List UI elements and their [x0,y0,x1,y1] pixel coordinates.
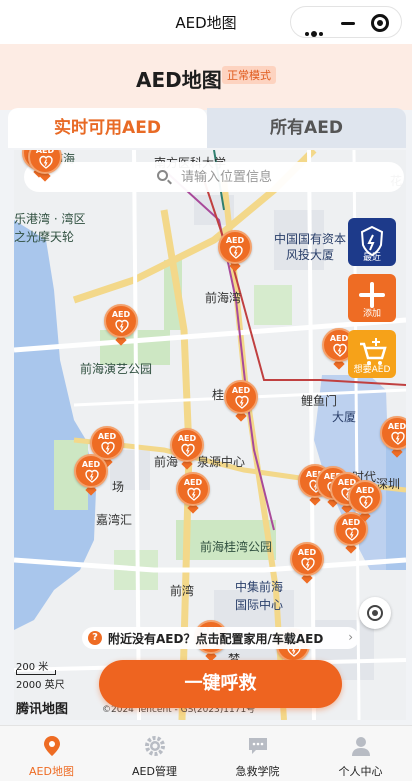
map-label: 嘉湾汇 [96,513,133,527]
tabbar-label: AED管理 [132,765,177,778]
tabbar-label: 个人中心 [338,765,383,778]
map-label: 前海桂湾公园 [200,540,273,554]
want-aed-label: 想要AED [353,365,391,375]
map-label: 中集前海 [235,580,284,594]
aed-pin[interactable]: AED [290,542,324,584]
aed-pin[interactable]: AED [176,472,210,514]
locate-me-button[interactable] [359,597,391,629]
bottom-tabbar: AED地图 AED管理 急救学院 个人中心 [0,725,412,781]
aed-pin[interactable]: AED [380,416,406,458]
miniprogram-capsule [290,6,402,38]
tabbar-label: AED地图 [29,765,74,778]
map-label: 桂 [212,388,225,402]
tabbar-item-profile[interactable]: 个人中心 [309,726,412,781]
aed-pin-label: AED [97,432,117,441]
map-label: 国际中心 [235,598,284,612]
map-label: 鲤鱼门 [301,394,338,408]
search-bar[interactable] [24,162,404,192]
map-pin-icon [44,736,60,756]
tip-text: 附近没有AED？点击配置家用/车载AED [108,632,324,646]
map-label: 中国国有资本 [274,232,347,246]
aed-pin[interactable]: AED [104,304,138,346]
map-view[interactable]: 临海 南方医科大学 花 乐港湾 · 湾区 之光摩天轮 中国国有资本 风投大厦 前… [14,150,406,720]
aed-pin[interactable]: AED [224,380,258,422]
tabbar-item-first-aid-academy[interactable]: 急救学院 [206,726,309,781]
map-label: 风投大厦 [286,248,335,262]
aed-pin-label: AED [387,422,406,431]
aed-tabs: 实时可用AED 所有AED [8,108,406,148]
aed-pin[interactable]: AED [348,480,382,522]
more-menu-icon[interactable] [305,21,325,40]
tabbar-label: 急救学院 [235,765,280,778]
map-label: 大厦 [332,410,357,424]
mode-badge: 正常模式 [222,66,276,84]
page-title: AED地图 [136,68,222,92]
map-label: 乐港湾 · 湾区 [14,212,86,226]
minimize-icon[interactable] [341,22,355,25]
aed-pin-label: AED [297,548,317,557]
question-icon: ? [88,631,102,645]
aed-pin[interactable]: AED [170,428,204,470]
aed-pin-label: AED [225,236,245,245]
scale-imperial: 2000 英尺 [16,680,65,691]
map-label: 前海湾 [205,291,242,305]
map-label: 前海演艺公园 [80,362,153,376]
tab-realtime-aed[interactable]: 实时可用AED [8,108,207,148]
chevron-right-icon: › [348,630,353,644]
user-icon [352,737,370,756]
tab-all-aed[interactable]: 所有AED [207,108,406,148]
chat-icon [249,738,267,754]
search-input[interactable] [181,167,381,187]
page-header: AED地图 正常模式 [0,44,412,110]
aed-pin-label: AED [177,434,197,443]
emergency-call-button[interactable]: 一键呼救 [99,660,342,708]
close-miniprogram-icon[interactable] [371,14,389,32]
scale-bar [16,670,56,675]
nearest-aed-label: 最近 [362,253,381,263]
aed-pin[interactable]: AED [28,150,62,182]
configure-home-aed-tip[interactable]: ? 附近没有AED？点击配置家用/车载AED › [82,627,359,649]
map-label: 场 [112,480,125,494]
add-aed-button[interactable]: 添加 [348,274,396,322]
add-aed-label: 添加 [362,309,381,319]
want-aed-button[interactable]: 想要AED [348,330,396,378]
tencent-map-logo: 腾讯地图 [16,702,69,717]
aed-pin-label: AED [231,386,251,395]
aed-pin[interactable]: AED [74,454,108,496]
tabbar-item-aed-map[interactable]: AED地图 [0,726,103,781]
map-label: 泉源中心 [197,455,246,469]
gear-icon [145,736,165,756]
miniprogram-navbar: AED地图 [0,0,412,44]
map-label: 前湾 [170,584,195,598]
search-icon [157,170,168,181]
aed-pin-label: AED [355,486,375,495]
tabbar-item-aed-manage[interactable]: AED管理 [103,726,206,781]
app-frame: AED地图 AED地图 正常模式 实时可用AED 所有AED 临海 乐港湾 · … [0,0,412,781]
map-label: 之光摩天轮 [14,230,75,244]
aed-pin-label: AED [183,478,203,487]
aed-pin[interactable]: AED [218,230,252,272]
nearest-aed-button[interactable]: 最近 [348,218,396,266]
aed-pin-label: AED [111,310,131,319]
aed-pin-label: AED [81,460,101,469]
